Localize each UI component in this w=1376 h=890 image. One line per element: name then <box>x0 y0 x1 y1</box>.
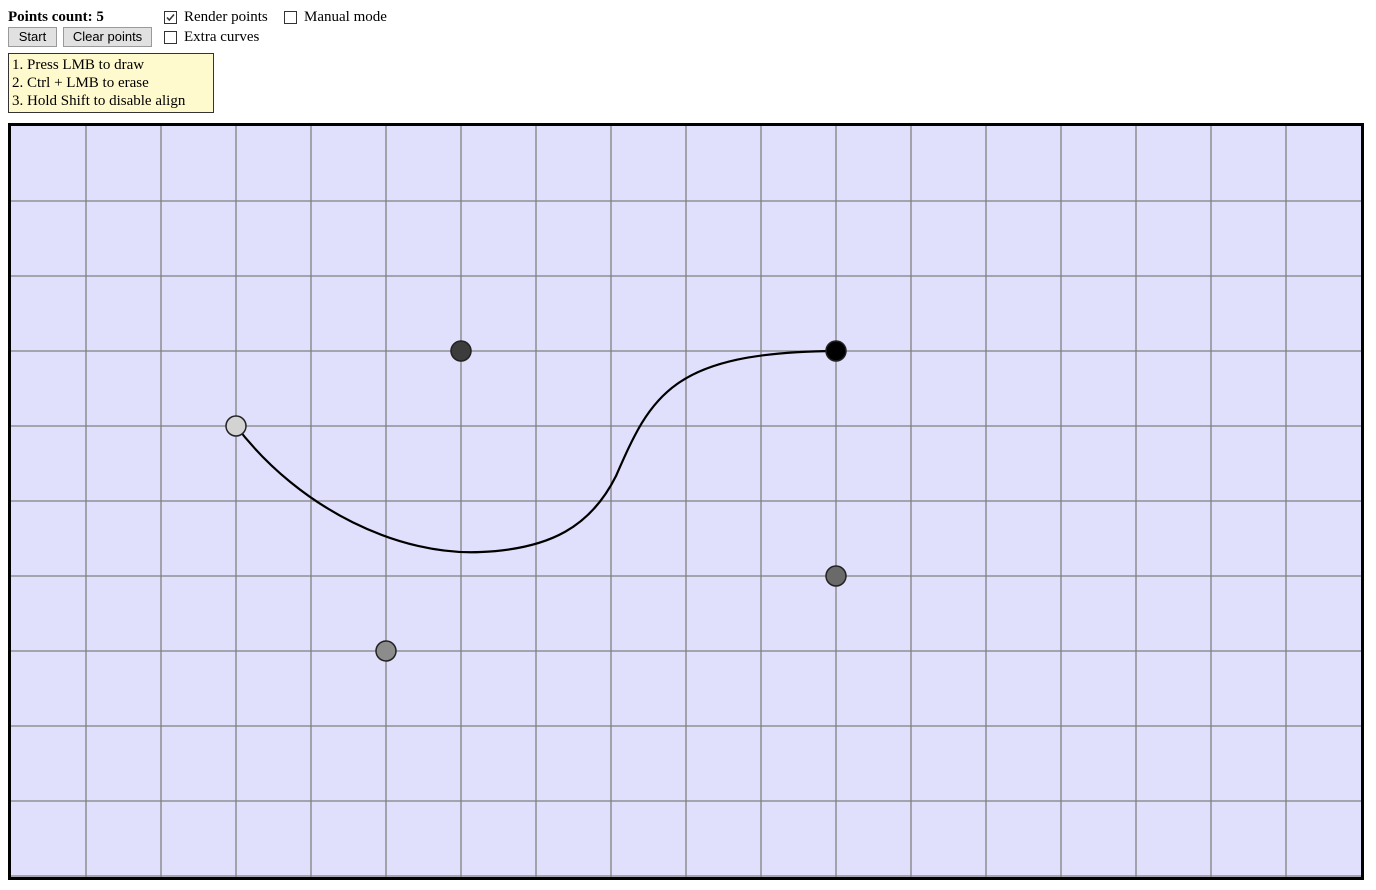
manual-mode-label: Manual mode <box>304 9 387 25</box>
grid-lines <box>11 126 1361 877</box>
manual-mode-checkbox[interactable] <box>284 11 297 24</box>
render-points-checkbox[interactable] <box>164 11 177 24</box>
control-point[interactable] <box>825 340 847 362</box>
start-button[interactable]: Start <box>8 27 57 47</box>
control-point[interactable] <box>225 415 247 437</box>
render-points-label: Render points <box>184 9 268 25</box>
extra-curves-label: Extra curves <box>184 29 260 45</box>
instruction-line: 2. Ctrl + LMB to erase <box>12 75 149 91</box>
clear-points-button[interactable]: Clear points <box>63 27 152 47</box>
instruction-line: 3. Hold Shift to disable align <box>12 93 186 109</box>
checkmark-icon <box>166 14 175 22</box>
canvas-surface[interactable] <box>11 126 1361 877</box>
control-point[interactable] <box>375 640 397 662</box>
instruction-line: 1. Press LMB to draw <box>12 57 145 73</box>
extra-curves-checkbox[interactable] <box>164 31 177 44</box>
control-point[interactable] <box>825 565 847 587</box>
points-count-label: Points count: 5 <box>8 9 104 25</box>
drawing-canvas[interactable] <box>8 123 1364 880</box>
control-point[interactable] <box>450 340 472 362</box>
instructions-box: 1. Press LMB to draw 2. Ctrl + LMB to er… <box>8 53 214 113</box>
